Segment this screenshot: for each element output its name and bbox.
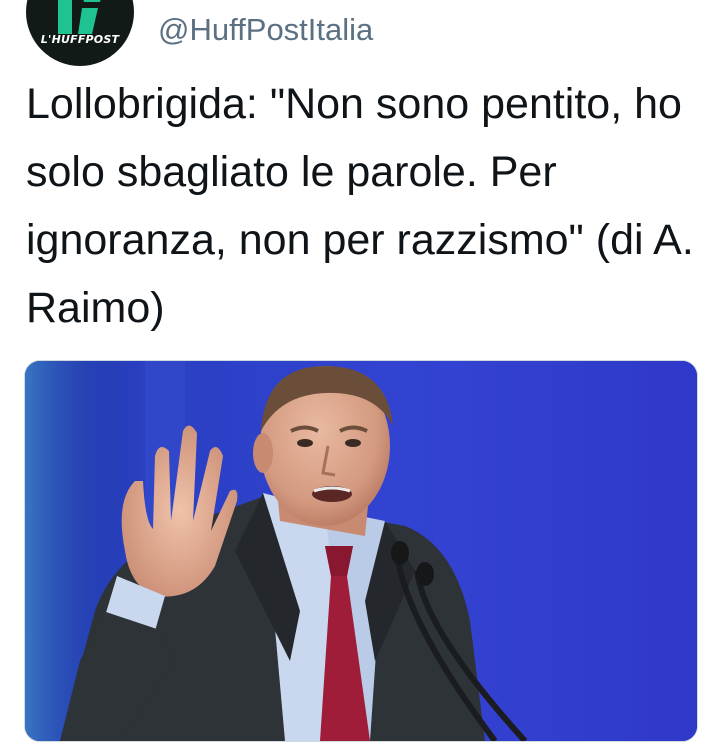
photo-illustration	[25, 361, 697, 741]
tweet-header: L'HUFFPOST @HuffPostItalia	[0, 0, 720, 70]
avatar[interactable]: L'HUFFPOST	[26, 0, 134, 66]
huffpost-logo-icon	[58, 0, 101, 34]
author-handle[interactable]: @HuffPostItalia	[158, 12, 373, 48]
avatar-wordmark: L'HUFFPOST	[40, 33, 120, 46]
tweet-text: Lollobrigida: "Non sono pentito, ho solo…	[26, 80, 694, 332]
tweet-photo[interactable]	[24, 360, 698, 742]
tweet[interactable]: L'HUFFPOST @HuffPostItalia Lollobrigida:…	[0, 0, 720, 742]
